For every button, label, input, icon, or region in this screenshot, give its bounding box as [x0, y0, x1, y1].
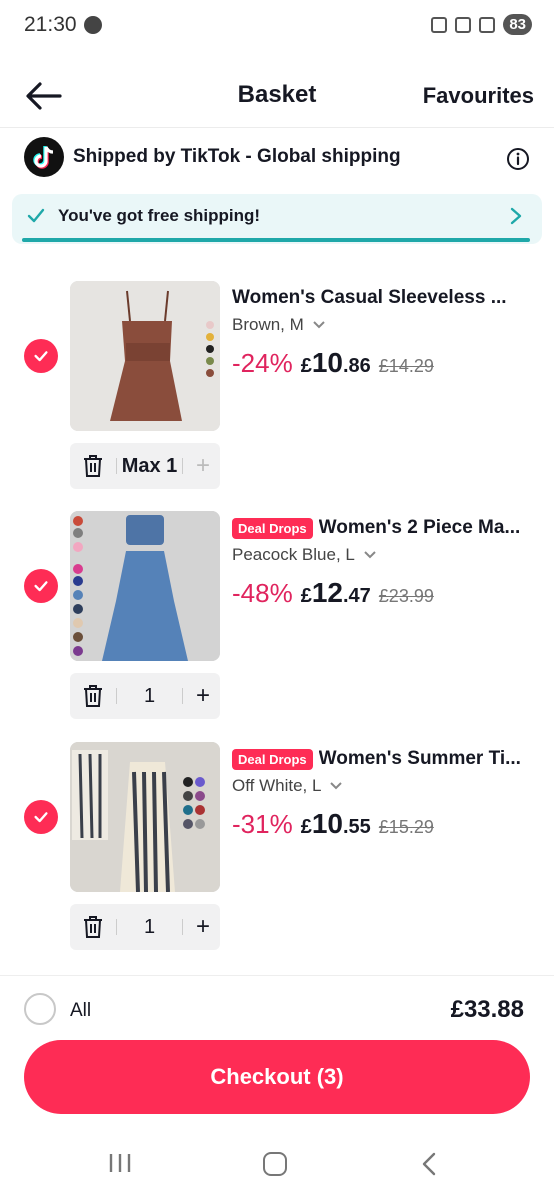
discount-label: -31% — [232, 809, 293, 839]
divider — [182, 458, 183, 474]
select-all-label[interactable]: All — [70, 1000, 91, 1022]
discount-label: -48% — [232, 578, 293, 608]
chevron-down-icon — [364, 551, 376, 559]
discount-label: -24% — [232, 348, 293, 378]
price-row: -31% £10.55 £15.29 — [232, 808, 434, 840]
messenger-icon — [84, 16, 102, 34]
divider — [182, 688, 183, 704]
price-int: 12 — [311, 577, 343, 608]
product-image[interactable] — [70, 281, 220, 431]
select-all-radio[interactable] — [24, 993, 56, 1025]
favourites-link[interactable]: Favourites — [423, 83, 534, 109]
checkout-button[interactable]: Checkout (3) — [24, 1040, 530, 1114]
shipping-info-row: Shipped by TikTok - Global shipping — [0, 135, 554, 183]
tiktok-logo-icon — [24, 137, 64, 177]
wifi-icon — [479, 16, 496, 33]
chevron-right-icon — [510, 207, 522, 225]
free-shipping-banner[interactable]: You've got free shipping! — [12, 194, 542, 244]
checkbox-checked-icon[interactable] — [24, 800, 58, 834]
currency: £ — [300, 585, 312, 607]
header: Basket Favourites — [0, 62, 554, 128]
price-int: 10 — [311, 347, 343, 378]
battery-badge: 83 — [503, 14, 532, 35]
price-dec: .55 — [342, 816, 371, 838]
price-int: 10 — [311, 808, 343, 839]
checkout-bar: All £33.88 Checkout (3) — [0, 975, 554, 1114]
status-time: 21:30 — [24, 13, 77, 36]
quantity-value: 1 — [143, 916, 156, 938]
back-nav-icon[interactable] — [420, 1152, 438, 1176]
trash-icon[interactable] — [82, 454, 104, 478]
current-price: £12.47 — [301, 577, 371, 609]
currency: £ — [300, 355, 312, 377]
plus-icon[interactable]: + — [196, 454, 210, 478]
nfc-icon — [431, 16, 448, 33]
quantity-stepper: 1 + — [70, 673, 220, 719]
basket-item: Deal Drops Women's 2 Piece Ma... Peacock… — [0, 511, 554, 723]
current-price: £10.55 — [301, 808, 371, 840]
price-dec: .86 — [342, 355, 371, 377]
trash-icon[interactable] — [82, 915, 104, 939]
price-row: -48% £12.47 £23.99 — [232, 577, 434, 609]
mute-icon — [455, 16, 472, 33]
plus-icon[interactable]: + — [196, 684, 210, 708]
variant-label: Peacock Blue, L — [232, 545, 355, 564]
progress-fill — [22, 238, 530, 242]
chevron-down-icon — [330, 782, 343, 790]
product-image[interactable] — [70, 742, 220, 892]
shipped-by-label: Shipped by TikTok - Global shipping — [73, 146, 401, 167]
currency: £ — [300, 816, 312, 838]
home-icon[interactable] — [263, 1152, 287, 1176]
quantity-value: 1 — [143, 685, 156, 707]
status-bar: 21:30 83 — [0, 0, 554, 52]
checkbox-checked-icon[interactable] — [24, 569, 58, 603]
item-title-row[interactable]: Women's Casual Sleeveless ... — [232, 285, 534, 311]
trash-icon[interactable] — [82, 684, 104, 708]
price-dec: .47 — [342, 585, 371, 607]
check-icon — [27, 208, 45, 223]
variant-label: Brown, M — [232, 315, 304, 334]
status-icons: 83 — [431, 14, 532, 35]
plus-icon[interactable]: + — [196, 915, 210, 939]
deal-drops-badge: Deal Drops — [232, 748, 313, 770]
variant-selector[interactable]: Off White, L — [232, 776, 343, 796]
original-price: £23.99 — [378, 586, 434, 606]
product-title[interactable]: Women's 2 Piece Ma... — [319, 517, 521, 539]
total-price: £33.88 — [450, 996, 524, 1023]
deal-drops-badge: Deal Drops — [232, 517, 313, 539]
item-title-row[interactable]: Deal Drops Women's 2 Piece Ma... — [232, 515, 534, 541]
current-price: £10.86 — [301, 347, 371, 379]
checkbox-checked-icon[interactable] — [24, 339, 58, 373]
variant-selector[interactable]: Peacock Blue, L — [232, 545, 377, 565]
original-price: £14.29 — [378, 356, 434, 376]
price-row: -24% £10.86 £14.29 — [232, 347, 434, 379]
divider — [182, 919, 183, 935]
quantity-stepper: 1 + — [70, 904, 220, 950]
product-title[interactable]: Women's Summer Ti... — [319, 748, 521, 770]
item-title-row[interactable]: Deal Drops Women's Summer Ti... — [232, 746, 534, 772]
recent-apps-icon[interactable] — [108, 1152, 132, 1174]
system-nav-bar — [0, 1130, 554, 1200]
basket-item: Deal Drops Women's Summer Ti... Off Whit… — [0, 742, 554, 954]
product-image[interactable] — [70, 511, 220, 661]
info-icon[interactable] — [506, 147, 530, 171]
chevron-down-icon — [313, 321, 325, 329]
original-price: £15.29 — [378, 817, 434, 837]
product-title[interactable]: Women's Casual Sleeveless ... — [232, 287, 507, 309]
variant-label: Off White, L — [232, 776, 322, 795]
quantity-value: Max 1 — [121, 455, 178, 477]
free-shipping-progress — [22, 238, 530, 242]
variant-selector[interactable]: Brown, M — [232, 315, 326, 335]
quantity-stepper: Max 1 + — [70, 443, 220, 489]
free-shipping-text: You've got free shipping! — [58, 206, 261, 225]
basket-item: Women's Casual Sleeveless ... Brown, M -… — [0, 281, 554, 493]
